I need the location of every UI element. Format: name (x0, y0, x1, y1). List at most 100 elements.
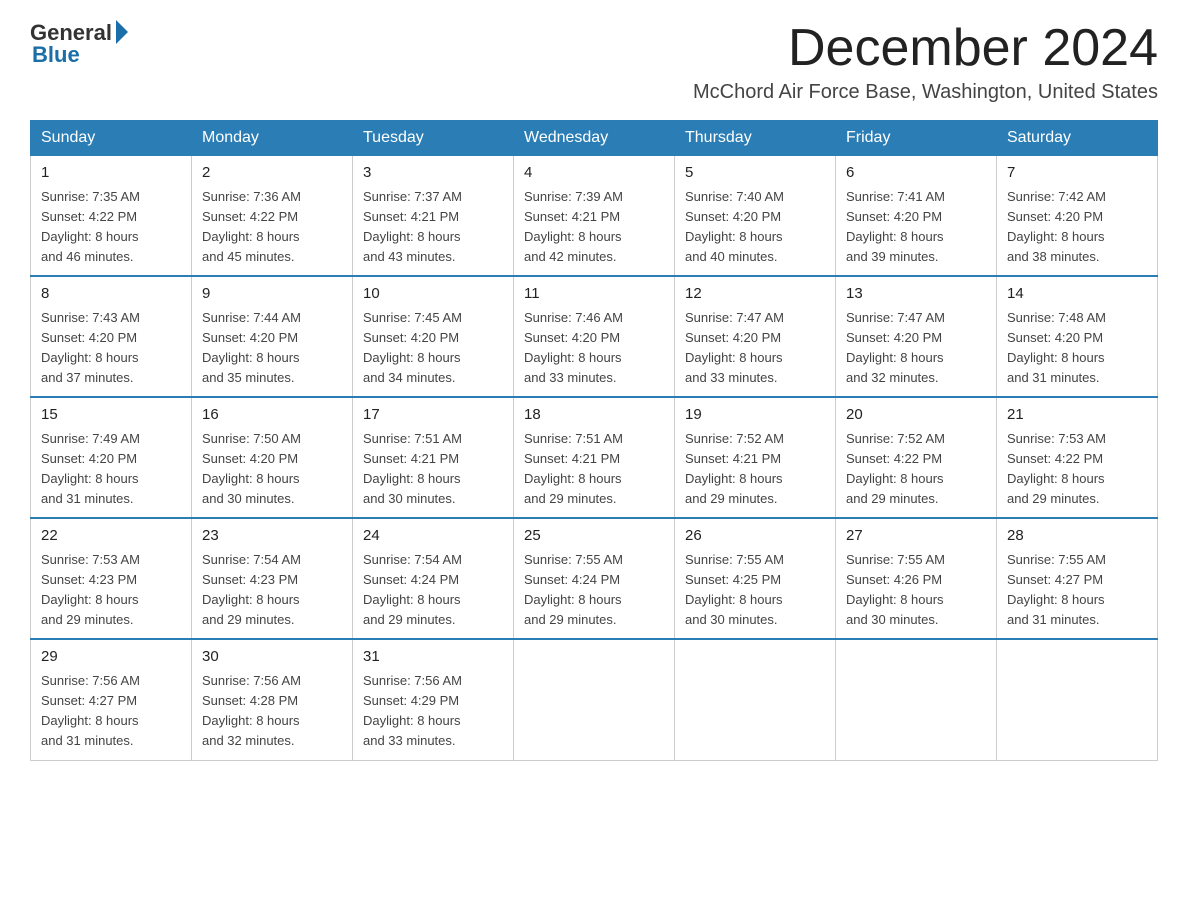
day-info: Sunrise: 7:51 AM Sunset: 4:21 PM Dayligh… (524, 429, 664, 510)
table-row: 19 Sunrise: 7:52 AM Sunset: 4:21 PM Dayl… (675, 397, 836, 518)
day-info: Sunrise: 7:48 AM Sunset: 4:20 PM Dayligh… (1007, 308, 1147, 389)
day-info: Sunrise: 7:37 AM Sunset: 4:21 PM Dayligh… (363, 187, 503, 268)
col-sunday: Sunday (31, 121, 192, 156)
table-row: 11 Sunrise: 7:46 AM Sunset: 4:20 PM Dayl… (514, 276, 675, 397)
table-row: 9 Sunrise: 7:44 AM Sunset: 4:20 PM Dayli… (192, 276, 353, 397)
calendar-week-row: 8 Sunrise: 7:43 AM Sunset: 4:20 PM Dayli… (31, 276, 1158, 397)
day-info: Sunrise: 7:56 AM Sunset: 4:29 PM Dayligh… (363, 671, 503, 752)
day-number: 2 (202, 162, 342, 185)
day-number: 17 (363, 404, 503, 427)
day-info: Sunrise: 7:51 AM Sunset: 4:21 PM Dayligh… (363, 429, 503, 510)
day-number: 3 (363, 162, 503, 185)
table-row: 8 Sunrise: 7:43 AM Sunset: 4:20 PM Dayli… (31, 276, 192, 397)
table-row: 26 Sunrise: 7:55 AM Sunset: 4:25 PM Dayl… (675, 518, 836, 639)
day-info: Sunrise: 7:41 AM Sunset: 4:20 PM Dayligh… (846, 187, 986, 268)
day-number: 21 (1007, 404, 1147, 427)
table-row (836, 639, 997, 760)
day-info: Sunrise: 7:39 AM Sunset: 4:21 PM Dayligh… (524, 187, 664, 268)
logo: General Blue (30, 20, 128, 68)
table-row: 6 Sunrise: 7:41 AM Sunset: 4:20 PM Dayli… (836, 156, 997, 277)
day-number: 1 (41, 162, 181, 185)
table-row: 14 Sunrise: 7:48 AM Sunset: 4:20 PM Dayl… (997, 276, 1158, 397)
table-row: 30 Sunrise: 7:56 AM Sunset: 4:28 PM Dayl… (192, 639, 353, 760)
day-number: 18 (524, 404, 664, 427)
day-info: Sunrise: 7:56 AM Sunset: 4:28 PM Dayligh… (202, 671, 342, 752)
day-number: 11 (524, 283, 664, 306)
day-number: 7 (1007, 162, 1147, 185)
table-row: 15 Sunrise: 7:49 AM Sunset: 4:20 PM Dayl… (31, 397, 192, 518)
calendar-header-row: Sunday Monday Tuesday Wednesday Thursday… (31, 121, 1158, 156)
day-number: 28 (1007, 525, 1147, 548)
day-number: 19 (685, 404, 825, 427)
day-info: Sunrise: 7:36 AM Sunset: 4:22 PM Dayligh… (202, 187, 342, 268)
day-info: Sunrise: 7:46 AM Sunset: 4:20 PM Dayligh… (524, 308, 664, 389)
day-info: Sunrise: 7:43 AM Sunset: 4:20 PM Dayligh… (41, 308, 181, 389)
calendar-week-row: 29 Sunrise: 7:56 AM Sunset: 4:27 PM Dayl… (31, 639, 1158, 760)
day-info: Sunrise: 7:35 AM Sunset: 4:22 PM Dayligh… (41, 187, 181, 268)
table-row (997, 639, 1158, 760)
day-number: 24 (363, 525, 503, 548)
day-info: Sunrise: 7:52 AM Sunset: 4:21 PM Dayligh… (685, 429, 825, 510)
day-number: 14 (1007, 283, 1147, 306)
col-tuesday: Tuesday (353, 121, 514, 156)
table-row: 22 Sunrise: 7:53 AM Sunset: 4:23 PM Dayl… (31, 518, 192, 639)
table-row: 24 Sunrise: 7:54 AM Sunset: 4:24 PM Dayl… (353, 518, 514, 639)
page-header: General Blue December 2024 McChord Air F… (30, 20, 1158, 104)
col-thursday: Thursday (675, 121, 836, 156)
day-number: 6 (846, 162, 986, 185)
table-row: 12 Sunrise: 7:47 AM Sunset: 4:20 PM Dayl… (675, 276, 836, 397)
table-row (675, 639, 836, 760)
col-friday: Friday (836, 121, 997, 156)
col-saturday: Saturday (997, 121, 1158, 156)
table-row: 27 Sunrise: 7:55 AM Sunset: 4:26 PM Dayl… (836, 518, 997, 639)
day-number: 9 (202, 283, 342, 306)
table-row: 5 Sunrise: 7:40 AM Sunset: 4:20 PM Dayli… (675, 156, 836, 277)
day-number: 30 (202, 646, 342, 669)
calendar-week-row: 15 Sunrise: 7:49 AM Sunset: 4:20 PM Dayl… (31, 397, 1158, 518)
day-number: 31 (363, 646, 503, 669)
day-number: 26 (685, 525, 825, 548)
table-row: 28 Sunrise: 7:55 AM Sunset: 4:27 PM Dayl… (997, 518, 1158, 639)
day-info: Sunrise: 7:50 AM Sunset: 4:20 PM Dayligh… (202, 429, 342, 510)
table-row: 10 Sunrise: 7:45 AM Sunset: 4:20 PM Dayl… (353, 276, 514, 397)
logo-blue-text: Blue (32, 42, 80, 68)
day-info: Sunrise: 7:52 AM Sunset: 4:22 PM Dayligh… (846, 429, 986, 510)
day-info: Sunrise: 7:47 AM Sunset: 4:20 PM Dayligh… (846, 308, 986, 389)
table-row: 21 Sunrise: 7:53 AM Sunset: 4:22 PM Dayl… (997, 397, 1158, 518)
day-number: 25 (524, 525, 664, 548)
month-title: December 2024 (693, 20, 1158, 77)
day-info: Sunrise: 7:42 AM Sunset: 4:20 PM Dayligh… (1007, 187, 1147, 268)
day-info: Sunrise: 7:56 AM Sunset: 4:27 PM Dayligh… (41, 671, 181, 752)
day-number: 29 (41, 646, 181, 669)
table-row: 7 Sunrise: 7:42 AM Sunset: 4:20 PM Dayli… (997, 156, 1158, 277)
table-row: 4 Sunrise: 7:39 AM Sunset: 4:21 PM Dayli… (514, 156, 675, 277)
day-info: Sunrise: 7:45 AM Sunset: 4:20 PM Dayligh… (363, 308, 503, 389)
day-number: 22 (41, 525, 181, 548)
col-monday: Monday (192, 121, 353, 156)
day-info: Sunrise: 7:55 AM Sunset: 4:25 PM Dayligh… (685, 550, 825, 631)
table-row: 17 Sunrise: 7:51 AM Sunset: 4:21 PM Dayl… (353, 397, 514, 518)
table-row: 2 Sunrise: 7:36 AM Sunset: 4:22 PM Dayli… (192, 156, 353, 277)
calendar-table: Sunday Monday Tuesday Wednesday Thursday… (30, 120, 1158, 760)
day-number: 12 (685, 283, 825, 306)
day-number: 27 (846, 525, 986, 548)
table-row: 3 Sunrise: 7:37 AM Sunset: 4:21 PM Dayli… (353, 156, 514, 277)
table-row: 29 Sunrise: 7:56 AM Sunset: 4:27 PM Dayl… (31, 639, 192, 760)
col-wednesday: Wednesday (514, 121, 675, 156)
day-info: Sunrise: 7:49 AM Sunset: 4:20 PM Dayligh… (41, 429, 181, 510)
table-row: 23 Sunrise: 7:54 AM Sunset: 4:23 PM Dayl… (192, 518, 353, 639)
table-row (514, 639, 675, 760)
day-info: Sunrise: 7:53 AM Sunset: 4:22 PM Dayligh… (1007, 429, 1147, 510)
day-info: Sunrise: 7:53 AM Sunset: 4:23 PM Dayligh… (41, 550, 181, 631)
day-info: Sunrise: 7:47 AM Sunset: 4:20 PM Dayligh… (685, 308, 825, 389)
day-info: Sunrise: 7:54 AM Sunset: 4:24 PM Dayligh… (363, 550, 503, 631)
day-number: 4 (524, 162, 664, 185)
day-number: 16 (202, 404, 342, 427)
table-row: 16 Sunrise: 7:50 AM Sunset: 4:20 PM Dayl… (192, 397, 353, 518)
day-number: 8 (41, 283, 181, 306)
day-info: Sunrise: 7:55 AM Sunset: 4:24 PM Dayligh… (524, 550, 664, 631)
calendar-week-row: 22 Sunrise: 7:53 AM Sunset: 4:23 PM Dayl… (31, 518, 1158, 639)
day-info: Sunrise: 7:54 AM Sunset: 4:23 PM Dayligh… (202, 550, 342, 631)
day-number: 10 (363, 283, 503, 306)
day-number: 20 (846, 404, 986, 427)
